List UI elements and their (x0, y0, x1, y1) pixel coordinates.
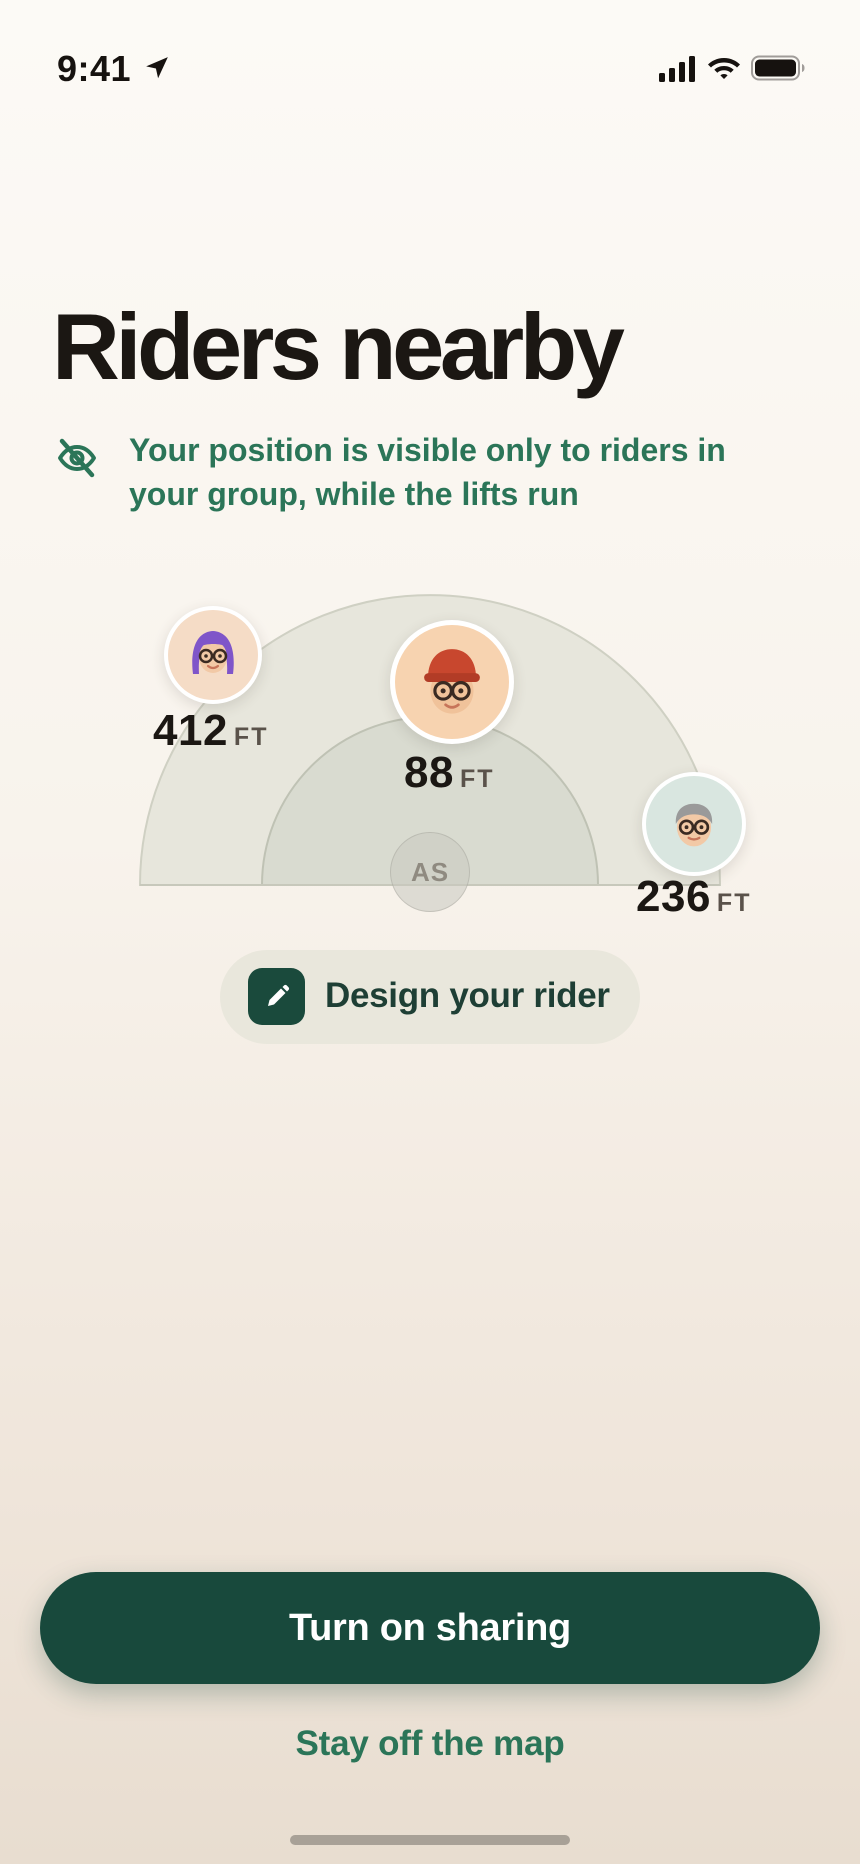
rider-distance: 412 FT (153, 706, 268, 756)
design-your-rider-button[interactable]: Design your rider (220, 950, 640, 1044)
nearby-riders-radar: AS 412 FT 88 FT 236 FT (0, 580, 860, 940)
rider-distance: 88 FT (404, 748, 495, 798)
distance-unit: FT (233, 723, 269, 751)
wifi-icon (708, 58, 740, 79)
stay-off-map-link[interactable]: Stay off the map (230, 1724, 630, 1776)
cellular-signal-icon (659, 56, 695, 82)
turn-on-sharing-button[interactable]: Turn on sharing (40, 1572, 820, 1684)
battery-icon (751, 55, 805, 81)
privacy-note-text: Your position is visible only to riders … (129, 432, 726, 512)
distance-unit: FT (716, 889, 752, 917)
purple-hair-glasses-avatar (168, 610, 258, 700)
rider-avatar-gray-hair[interactable] (642, 772, 746, 876)
red-beanie-glasses-avatar (395, 625, 509, 739)
distance-value: 88 (404, 748, 454, 797)
distance-unit: FT (459, 765, 495, 793)
distance-value: 236 (636, 872, 711, 921)
location-arrow-icon (146, 57, 168, 79)
gray-hair-glasses-avatar (646, 776, 742, 872)
status-bar: 9:41 (0, 0, 860, 140)
design-your-rider-label: Design your rider (325, 976, 610, 1015)
status-time: 9:41 (57, 48, 132, 89)
rider-distance: 236 FT (636, 872, 751, 922)
eye-off-icon (58, 438, 96, 478)
self-initials-marker: AS (390, 832, 470, 912)
rider-avatar-purple-hair[interactable] (164, 606, 262, 704)
rider-avatar-red-beanie[interactable] (390, 620, 514, 744)
pencil-icon-badge (248, 968, 305, 1025)
distance-value: 412 (153, 706, 228, 755)
pencil-icon (267, 984, 289, 1006)
home-indicator[interactable] (290, 1835, 570, 1845)
page-title: Riders nearby (52, 294, 625, 399)
